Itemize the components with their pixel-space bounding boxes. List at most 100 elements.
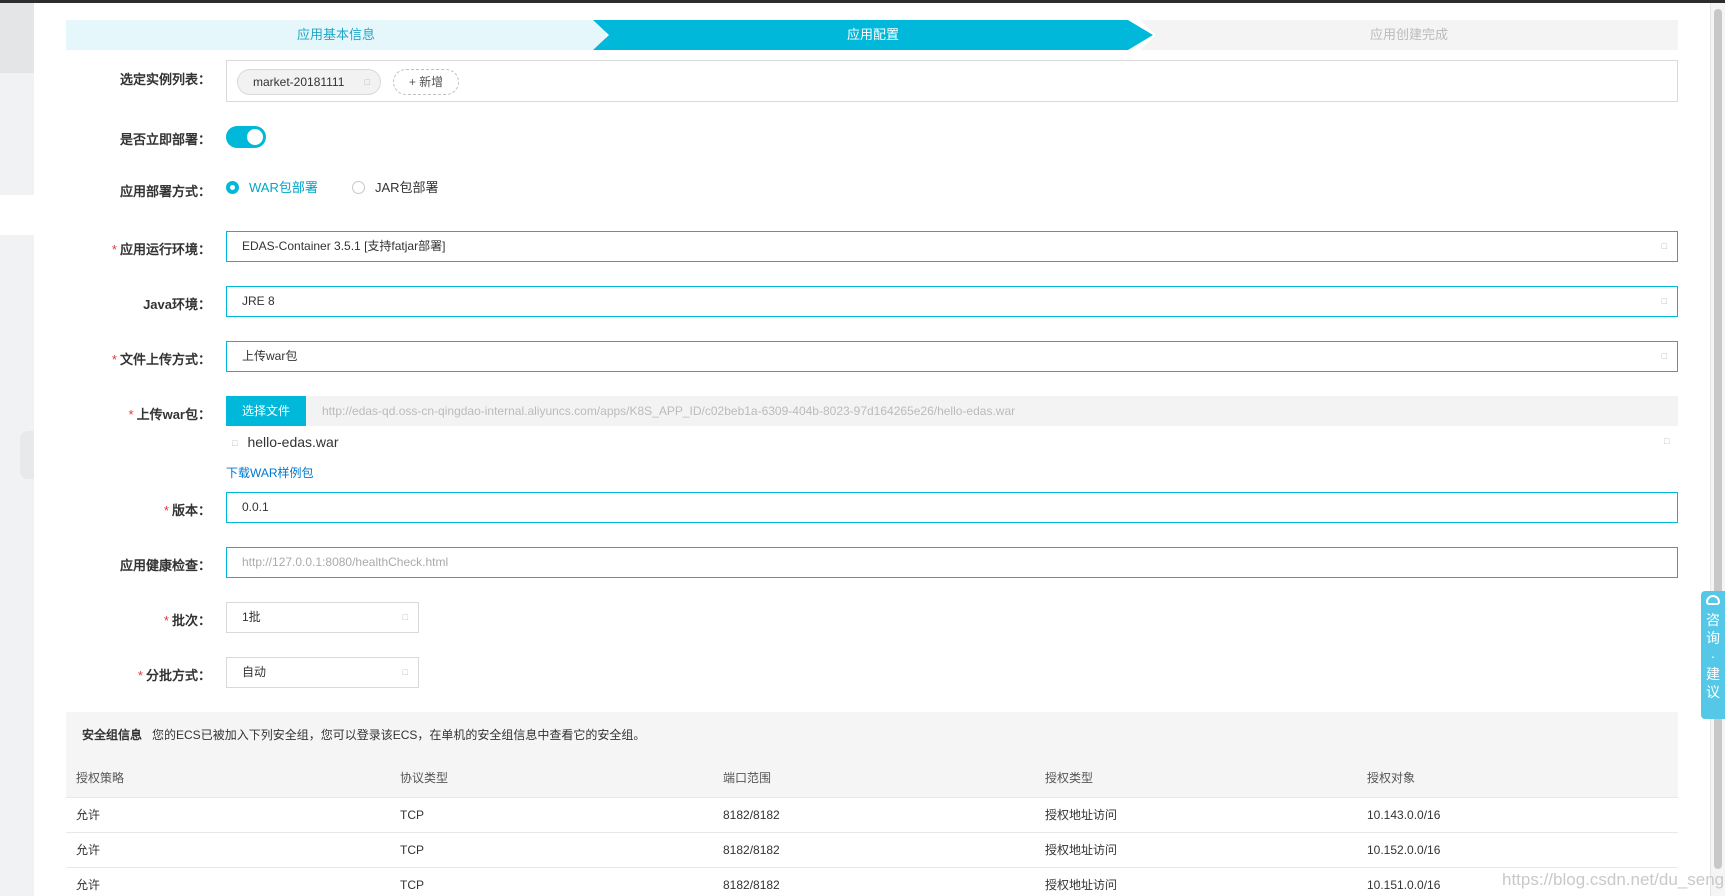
security-group-desc: 您的ECS已被加入下列安全组，您可以登录该ECS，在单机的安全组信息中查看它的安…	[152, 728, 646, 742]
upload-method-value: 上传war包	[242, 349, 298, 363]
column-header: 授权类型	[1045, 771, 1094, 785]
health-check-input[interactable]: http://127.0.0.1:8080/healthCheck.html	[226, 547, 1678, 578]
table-cell: TCP	[400, 808, 424, 822]
scrollbar-thumb[interactable]	[1714, 9, 1722, 869]
required-mark: *	[128, 407, 134, 422]
version-input[interactable]: 0.0.1	[226, 492, 1678, 523]
add-instance-button[interactable]: + 新增	[393, 69, 459, 95]
table-cell: 8182/8182	[723, 878, 780, 892]
step-create-complete: 应用创建完成	[1140, 20, 1678, 50]
consult-char: ·	[1710, 648, 1716, 664]
table-cell: 允许	[76, 808, 101, 822]
instance-tag[interactable]: market-20181111 □	[237, 69, 381, 95]
upload-war-label-text: 上传war包：	[136, 407, 211, 422]
batch-select[interactable]: 1批 □	[226, 602, 419, 633]
radio-war-label: WAR包部署	[249, 180, 318, 195]
consult-char: 咨	[1706, 612, 1720, 628]
consult-char: 询	[1706, 630, 1720, 646]
page-scrollbar[interactable]	[1710, 3, 1725, 896]
version-label: * 版本：	[66, 500, 211, 519]
chat-icon	[1706, 595, 1720, 605]
chevron-down-icon: □	[402, 612, 408, 622]
consult-char: 议	[1706, 684, 1720, 700]
batch-mode-value: 自动	[242, 665, 267, 679]
chevron-down-icon: □	[1661, 241, 1667, 251]
batch-select-value: 1批	[242, 610, 261, 624]
radio-jar-deploy[interactable]: JAR包部署	[352, 180, 439, 196]
sidebar-active-item[interactable]	[0, 195, 34, 235]
remove-file-icon[interactable]: □	[1664, 436, 1669, 446]
health-check-label: 应用健康检查：	[119, 558, 211, 573]
upload-method-label: * 文件上传方式：	[66, 349, 211, 368]
step-app-config: 应用配置	[593, 20, 1153, 50]
deploy-now-label: 是否立即部署：	[119, 132, 211, 147]
download-war-sample-link[interactable]: 下载WAR样例包	[226, 464, 314, 481]
deploy-method-label: 应用部署方式：	[119, 184, 211, 199]
upload-field: 选择文件 http://edas-qd.oss-cn-qingdao-inter…	[226, 396, 1678, 426]
upload-url-text: http://edas-qd.oss-cn-qingdao-internal.a…	[322, 404, 1016, 418]
runtime-select[interactable]: EDAS-Container 3.5.1 [支持fatjar部署] □	[226, 231, 1678, 262]
column-header: 端口范围	[723, 771, 772, 785]
uploaded-file-item: □ hello-edas.war	[232, 434, 339, 450]
watermark-text: https://blog.csdn.net/du_senge	[1502, 870, 1725, 889]
table-row: 允许 TCP 8182/8182 授权地址访问 10.151.0.0/16	[66, 868, 1678, 896]
java-select[interactable]: JRE 8 □	[226, 286, 1678, 317]
choose-file-button[interactable]: 选择文件	[226, 396, 306, 426]
upload-war-label: * 上传war包：	[66, 404, 211, 423]
file-icon: □	[232, 438, 238, 449]
required-mark: *	[111, 352, 117, 367]
uploaded-file-name: hello-edas.war	[247, 434, 339, 450]
required-mark: *	[163, 503, 169, 518]
deploy-now-toggle[interactable]	[226, 126, 266, 148]
security-group-header: 安全组信息 您的ECS已被加入下列安全组，您可以登录该ECS，在单机的安全组信息中…	[66, 712, 1678, 758]
tag-close-icon[interactable]: □	[365, 70, 370, 94]
required-mark: *	[111, 242, 117, 257]
instances-label: 选定实例列表：	[119, 72, 211, 87]
runtime-label: * 应用运行环境：	[66, 239, 211, 258]
window-top-border	[0, 0, 1725, 3]
batch-label-text: 批次：	[171, 613, 211, 628]
table-cell: 10.151.0.0/16	[1367, 878, 1441, 892]
upload-method-select[interactable]: 上传war包 □	[226, 341, 1678, 372]
wizard-steps: 应用基本信息 应用创建完成 应用配置	[66, 20, 1678, 50]
table-cell: 8182/8182	[723, 808, 780, 822]
radio-war-deploy[interactable]: WAR包部署	[226, 180, 318, 196]
required-mark: *	[163, 613, 169, 628]
table-cell: 允许	[76, 878, 101, 892]
batch-mode-select[interactable]: 自动 □	[226, 657, 419, 688]
batch-mode-label: * 分批方式：	[66, 665, 211, 684]
batch-mode-label-text: 分批方式：	[145, 668, 211, 683]
java-select-value: JRE 8	[242, 294, 275, 308]
table-cell: 授权地址访问	[1045, 878, 1118, 892]
chevron-down-icon: □	[1661, 351, 1667, 361]
table-header-row: 授权策略 协议类型 端口范围 授权类型 授权对象	[66, 758, 1678, 798]
column-header: 授权策略	[76, 771, 125, 785]
sidebar-header-block	[0, 3, 34, 73]
instance-list-box[interactable]: market-20181111 □ + 新增	[226, 60, 1678, 102]
runtime-label-text: 应用运行环境：	[119, 242, 211, 257]
left-sidebar	[0, 3, 34, 896]
sidebar-collapse-handle[interactable]	[20, 431, 34, 479]
table-row: 允许 TCP 8182/8182 授权地址访问 10.143.0.0/16	[66, 798, 1678, 833]
batch-label: * 批次：	[66, 610, 211, 629]
chevron-down-icon: □	[402, 667, 408, 677]
security-group-title: 安全组信息	[82, 728, 143, 742]
upload-method-label-text: 文件上传方式：	[119, 352, 211, 367]
table-cell: 允许	[76, 843, 101, 857]
radio-dot-icon	[352, 181, 365, 195]
radio-dot-icon	[226, 181, 239, 195]
runtime-select-value: EDAS-Container 3.5.1 [支持fatjar部署]	[242, 239, 446, 253]
table-cell: 8182/8182	[723, 843, 780, 857]
radio-jar-label: JAR包部署	[375, 180, 439, 195]
chevron-down-icon: □	[1661, 296, 1667, 306]
toggle-knob	[247, 129, 263, 145]
security-group-table: 授权策略 协议类型 端口范围 授权类型 授权对象 允许 TCP 8182/818…	[66, 758, 1678, 896]
java-label: Java环境：	[143, 297, 211, 312]
step-basic-info[interactable]: 应用基本信息	[66, 20, 606, 50]
table-cell: 10.143.0.0/16	[1367, 808, 1441, 822]
instance-tag-label: market-20181111	[253, 75, 345, 89]
table-cell: TCP	[400, 878, 424, 892]
table-cell: 授权地址访问	[1045, 808, 1118, 822]
consult-feedback-button[interactable]: 咨 询 · 建 议	[1701, 591, 1725, 719]
table-cell: 10.152.0.0/16	[1367, 843, 1441, 857]
